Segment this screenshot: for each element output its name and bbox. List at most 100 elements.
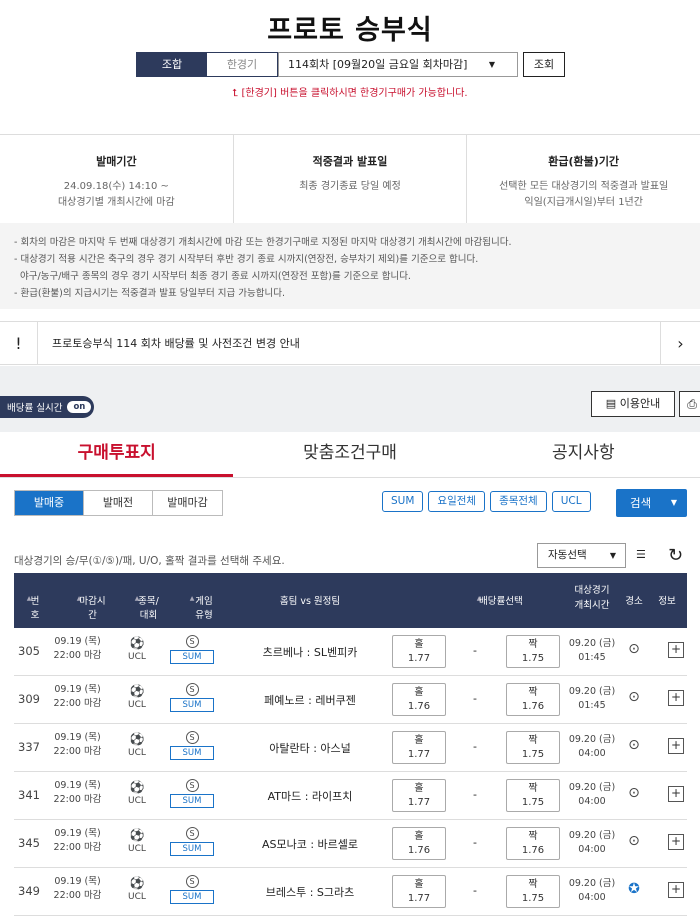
row-deadline-date: 09.19 (목) [54,732,101,743]
sum-badge[interactable]: SUM [170,794,214,808]
printer-icon: ⎙ [687,397,697,411]
chevron-right-icon[interactable]: › [660,321,700,365]
notice-banner[interactable]: ! 프로토승부식 114 회차 배당률 및 사전조건 변경 안내 › [0,321,700,365]
refresh-icon[interactable]: ↻ [668,545,683,566]
header-league[interactable]: 종목/대회 ▲ [114,593,160,621]
rules-notes: - 회차의 마감은 마지막 두 번째 대상경기 개최시간에 마감 또는 한경기구… [0,223,700,309]
search-button[interactable]: 검색 ▼ [616,489,687,517]
row-draw-placeholder: - [473,836,477,849]
row-league-label: UCL [128,748,146,758]
odd-label: 짝 [528,783,538,794]
tab-custom-purchase[interactable]: 맞춤조건구매 [233,432,466,477]
chip-ucl[interactable]: UCL [551,491,591,512]
row-league: ⚽ UCL [124,828,150,856]
filter-on-sale[interactable]: 발매중 [15,491,84,515]
info-heading: 발매기간 [96,155,137,168]
sum-badge[interactable]: SUM [170,890,214,904]
single-game-button[interactable]: 한경기 [207,53,277,76]
odd-button-odd[interactable]: 홀 1.76 [392,827,446,860]
sum-badge[interactable]: SUM [170,842,214,856]
odd-button-even[interactable]: 짝 1.75 [506,779,560,812]
chip-sum[interactable]: SUM [382,491,424,512]
odd-value: 1.76 [521,701,545,712]
row-deadline: 09.19 (목) 22:00 마감 [45,827,110,855]
star-pin-icon[interactable]: ✪ [623,881,645,897]
odd-button-even[interactable]: 짝 1.76 [506,683,560,716]
sum-badge[interactable]: SUM [170,650,214,664]
row-league-label: UCL [128,700,146,710]
odd-button-odd[interactable]: 홀 1.77 [392,731,446,764]
row-league: ⚽ UCL [124,684,150,712]
map-pin-icon[interactable]: ⊙ [623,689,645,705]
odd-button-odd[interactable]: 홀 1.77 [392,875,446,908]
map-pin-icon[interactable]: ⊙ [623,641,645,657]
odd-button-even[interactable]: 짝 1.76 [506,827,560,860]
map-pin-icon[interactable]: ⊙ [623,833,645,849]
combo-button[interactable]: 조합 [137,53,207,76]
plus-icon[interactable]: + [668,738,684,754]
filter-icon[interactable]: ☰ [636,548,654,566]
round-select[interactable]: 114회차 [09월20일 금요일 회차마감] ▼ [278,52,518,77]
sum-badge[interactable]: SUM [170,746,214,760]
bet-mode-toggle[interactable]: 조합 한경기 [136,52,278,77]
guide-button[interactable]: ▤ 이용안내 [591,391,675,417]
table-header: 번호 ▲ 마감시간 ▲ 종목/대회 ▲ 게임유형 ▲ 홈팀 vs 원정팀 배당률선택 ▲ … [14,573,687,628]
map-pin-icon[interactable]: ⊙ [623,737,645,753]
row-number: 345 [18,836,40,850]
info-line: 24.09.18(수) 14:10 ~ [63,181,169,192]
row-league-label: UCL [128,892,146,902]
note-line: - 대상경기 적용 시간은 축구의 경우 경기 시작부터 후반 경기 종료 시까… [14,254,479,265]
odd-button-odd[interactable]: 홀 1.76 [392,683,446,716]
plus-icon[interactable]: + [668,690,684,706]
row-match-clock: 01:45 [578,652,606,663]
realtime-odds-toggle[interactable]: 배당률 실시간 on [0,396,95,418]
table-row: 337 09.19 (목) 22:00 마감 ⚽ UCL S SUM 아탈란타 : 아스널 홀 1… [14,724,687,772]
row-match-time: 09.20 (금) 01:45 [562,685,622,713]
row-deadline-time: 22:00 마감 [53,842,102,853]
note-line: 야구/농구/배구 종목의 경우 경기 시작부터 최종 경기 종료 시까지(연장전… [14,271,411,282]
single-game-hint: ⮤ [한경기] 버튼을 클릭하시면 한경기구매가 가능합니다. [232,88,468,99]
chip-all-days[interactable]: 요일전체 [428,491,486,512]
odd-value: 1.77 [407,653,431,664]
soccer-ball-icon: ⚽ [129,828,145,842]
odd-value: 1.76 [521,845,545,856]
realtime-state[interactable]: on [67,401,92,413]
filter-closed[interactable]: 발매마감 [153,491,222,515]
header-deadline[interactable]: 마감시간 ▲ [52,593,106,621]
row-deadline: 09.19 (목) 22:00 마감 [45,875,110,903]
plus-icon[interactable]: + [668,642,684,658]
note-line: - 환급(환불)의 지급시기는 적중결과 발표 당일부터 지급 가능합니다. [14,288,285,299]
plus-icon[interactable]: + [668,834,684,850]
tab-purchase-slip[interactable]: 구매투표지 [0,432,234,477]
plus-icon[interactable]: + [668,882,684,898]
row-game-type: S SUM [170,730,214,760]
sum-badge[interactable]: SUM [170,698,214,712]
row-match-date: 09.20 (금) [568,686,616,697]
info-line: 최종 경기종료 당일 예정 [299,181,401,192]
row-teams: 브레스투 : S그라츠 [265,886,355,899]
row-number: 337 [18,740,40,754]
header-num[interactable]: 번호 ▲ [17,593,41,621]
odd-label: 짝 [528,831,538,842]
map-pin-icon[interactable]: ⊙ [623,785,645,801]
soccer-ball-icon: ⚽ [129,876,145,890]
plus-icon[interactable]: + [668,786,684,802]
row-match-clock: 01:45 [578,700,606,711]
odd-label: 짝 [528,879,538,890]
header-odds[interactable]: 배당률선택 ▲ [434,593,524,607]
filter-pre-sale[interactable]: 발매전 [84,491,153,515]
chip-all-sports[interactable]: 종목전체 [490,491,547,512]
tab-notices[interactable]: 공지사항 [467,432,700,477]
table-row: 309 09.19 (목) 22:00 마감 ⚽ UCL S SUM 페예노르 : 레버쿠젠 홀… [14,676,687,724]
odd-button-even[interactable]: 짝 1.75 [506,635,560,668]
odd-button-even[interactable]: 짝 1.75 [506,875,560,908]
auto-select-dropdown[interactable]: 자동선택 ▼ [537,543,626,568]
notice-text[interactable]: 프로토승부식 114 회차 배당률 및 사전조건 변경 안내 [38,335,660,351]
header-game-type[interactable]: 게임유형 ▲ [168,593,216,621]
odd-button-odd[interactable]: 홀 1.77 [392,635,446,668]
view-button[interactable]: 조회 [523,52,565,77]
print-button[interactable]: ⎙ [679,391,700,417]
odd-button-even[interactable]: 짝 1.75 [506,731,560,764]
book-icon: ▤ [605,397,617,410]
odd-button-odd[interactable]: 홀 1.77 [392,779,446,812]
